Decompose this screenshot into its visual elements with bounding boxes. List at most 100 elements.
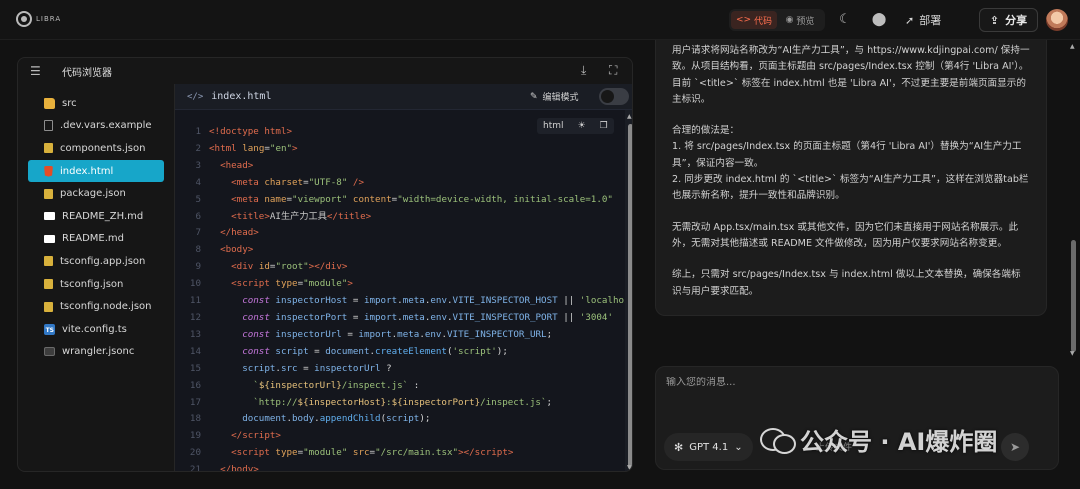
chat-scroll-down-icon[interactable]: ▼: [1070, 350, 1075, 357]
file-tree-item[interactable]: tsconfig.json: [28, 273, 164, 296]
edit-mode-toggle[interactable]: [599, 88, 629, 105]
line-number: 3: [195, 159, 201, 171]
file-tree-item[interactable]: wrangler.jsonc: [28, 341, 164, 364]
model-selector[interactable]: ✻ GPT 4.1 ⌄: [664, 433, 753, 461]
sidebar-toggle-icon[interactable]: ☰: [30, 64, 41, 78]
deploy-button[interactable]: ➚ 部署: [905, 10, 941, 30]
code-line-text: <meta name="viewport" content="width=dev…: [231, 193, 613, 205]
openai-icon: ✻: [674, 440, 684, 454]
code-line-text: </script>: [231, 430, 281, 442]
file-tree-item-label: wrangler.jsonc: [62, 346, 135, 358]
file-tree-item-label: index.html: [60, 165, 114, 177]
deploy-label: 部署: [919, 14, 942, 27]
file-tree-item-label: vite.config.ts: [62, 323, 127, 335]
json-file-icon: [44, 301, 53, 312]
chat-scroll-thumb[interactable]: [1071, 240, 1076, 352]
chat-scroll-up-icon[interactable]: ▲: [1070, 43, 1075, 50]
file-tree-item[interactable]: tsconfig.node.json: [28, 295, 164, 318]
code-line: 14 const script = document.createElement…: [175, 344, 625, 361]
preview-view-button[interactable]: ◉ 预览: [777, 11, 823, 29]
code-lines: 1 <!doctype html> 2 <html lang="en"> 3 <head…: [175, 124, 625, 472]
code-line-text: </body>: [220, 464, 259, 472]
chat-scrollbar[interactable]: ▲ ▼: [1068, 40, 1078, 360]
language-pill: html ☀ ❐: [537, 118, 614, 134]
code-line-text: <body>: [220, 244, 254, 256]
share-button[interactable]: ⇪ 分享: [979, 8, 1038, 32]
code-line: 17 `http://${inspectorHost}:${inspectorP…: [175, 395, 625, 412]
code-line-text: const inspectorUrl = import.meta.env.VIT…: [242, 328, 553, 340]
file-tree-item-label: README.md: [62, 233, 125, 245]
scroll-thumb[interactable]: [628, 124, 632, 469]
code-line: 12 const inspectorPort = import.meta.env…: [175, 310, 625, 327]
code-line-text: <script type="module" src="/src/main.tsx…: [231, 447, 514, 459]
file-tree-item[interactable]: package.json: [28, 182, 164, 205]
file-tree-item[interactable]: src: [28, 92, 164, 115]
file-tree-item[interactable]: README.md: [28, 228, 164, 251]
user-avatar[interactable]: [1046, 9, 1068, 31]
message-paragraph: 用户请求将网站名称改为“AI生产力工具”，与 https://www.kdjin…: [672, 45, 1030, 105]
code-view-label: 代码: [754, 16, 773, 27]
json-file-icon: [44, 256, 53, 267]
code-line: 6 <title>AI生产力工具</title>: [175, 209, 625, 226]
file-tree-item[interactable]: .dev.vars.example: [28, 115, 164, 138]
code-line: 4 <meta charset="UTF-8" />: [175, 175, 625, 192]
theme-toggle-moon-icon[interactable]: ☾: [836, 11, 854, 29]
preview-view-label: 预览: [796, 16, 815, 27]
top-bar: LIBRA <> 代码 ◉ 预览 ☾ ⬤ ➚ 部署 ⇪ 分享: [0, 0, 1080, 40]
json-file-icon: [44, 188, 53, 199]
file-tree-item-label: tsconfig.app.json: [60, 255, 146, 267]
scroll-up-icon[interactable]: ▲: [627, 113, 632, 120]
code-line-text: `${inspectorUrl}/inspect.js` :: [253, 379, 420, 391]
code-area[interactable]: 1 <!doctype html> 2 <html lang="en"> 3 <head…: [175, 110, 625, 472]
editor-header: </> index.html ✎ 编辑模式: [175, 84, 632, 110]
line-number: 9: [195, 261, 201, 273]
logo-icon: [16, 11, 32, 27]
editor-file-tab[interactable]: </> index.html: [187, 91, 271, 102]
file-tree-item[interactable]: README_ZH.md: [28, 205, 164, 228]
sun-icon[interactable]: ☀: [578, 121, 586, 131]
code-line: 2 <html lang="en">: [175, 141, 625, 158]
folder-icon: [44, 97, 55, 109]
file-tree-item-label: package.json: [60, 188, 126, 200]
json-file-icon: [44, 143, 53, 154]
scroll-down-icon[interactable]: ▼: [627, 464, 632, 471]
code-line-text: <meta charset="UTF-8" />: [231, 176, 364, 188]
code-view-button[interactable]: <> 代码: [731, 11, 777, 29]
app-logo[interactable]: LIBRA: [16, 11, 61, 27]
code-line-text: `http://${inspectorHost}:${inspectorPort…: [253, 396, 553, 408]
chevron-down-icon: ⌄: [734, 441, 743, 453]
line-number: 12: [189, 311, 201, 323]
download-icon[interactable]: ⤓: [581, 63, 586, 78]
send-button[interactable]: ➤: [1001, 433, 1029, 461]
code-line-text: const inspectorHost = import.meta.env.VI…: [242, 295, 625, 307]
logo-text: LIBRA: [36, 15, 62, 23]
line-number: 21: [189, 464, 201, 472]
code-editor: </> index.html ✎ 编辑模式 1 <!doctype html> 2 <…: [174, 84, 632, 472]
editor-filename: index.html: [211, 91, 272, 102]
copy-icon[interactable]: ❐: [600, 121, 608, 131]
line-number: 14: [189, 345, 201, 357]
file-tree-item[interactable]: index.html: [28, 159, 164, 183]
message-paragraph: 综上，只需对 src/pages/Index.tsx 与 index.html …: [672, 269, 1021, 297]
edit-pencil-icon: ✎: [530, 91, 538, 102]
file-tree-item[interactable]: TS vite.config.ts: [28, 318, 164, 341]
model-label: GPT 4.1: [689, 441, 729, 453]
line-number: 1: [195, 126, 201, 137]
github-icon[interactable]: ⬤: [870, 11, 888, 29]
wechat-icon: [760, 426, 796, 454]
code-line: 5 <meta name="viewport" content="width=d…: [175, 192, 625, 209]
file-tree-item[interactable]: tsconfig.app.json: [28, 250, 164, 273]
panel-header: ☰ 代码浏览器 ⤓ ⛶: [18, 58, 632, 84]
html5-icon: [44, 165, 53, 177]
line-number: 5: [195, 193, 201, 205]
code-line-text: const inspectorPort = import.meta.env.VI…: [242, 311, 613, 323]
fullscreen-icon[interactable]: ⛶: [609, 63, 617, 78]
markdown-icon: [44, 212, 55, 221]
message-input[interactable]: [666, 377, 1046, 388]
line-number: 13: [189, 328, 201, 340]
line-number: 7: [195, 227, 201, 239]
edit-mode-label: 编辑模式: [542, 93, 579, 103]
editor-scrollbar[interactable]: ▲ ▼: [625, 110, 632, 471]
file-tree-item[interactable]: components.json: [28, 137, 164, 160]
file-tree-item-label: tsconfig.json: [60, 278, 124, 290]
